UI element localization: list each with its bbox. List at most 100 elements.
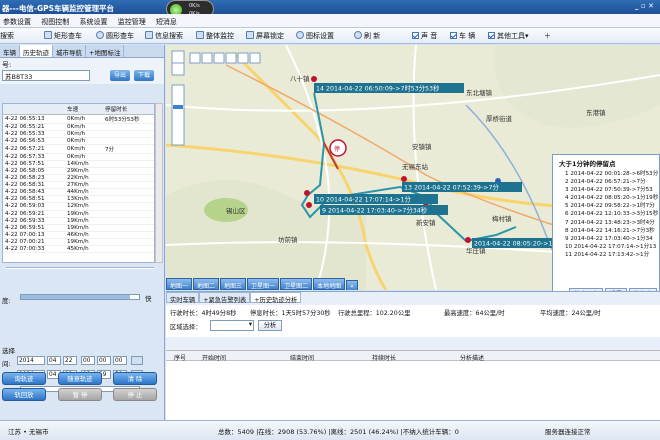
tab-history-analysis[interactable]: +历史轨迹分析: [250, 292, 302, 304]
col-speed[interactable]: 车速: [65, 104, 103, 115]
table-row[interactable]: 4-22 06:55:13 0Km/h 6时53分53秒: [3, 114, 154, 124]
cell-t: 4-22 06:57:51: [3, 160, 65, 168]
info-search-button[interactable]: 信息搜索: [145, 31, 183, 41]
table-row[interactable]: 4-22 06:58:05 29Km/h: [3, 167, 154, 176]
menu-monitor[interactable]: 监控管理: [115, 14, 151, 27]
cell-d: 7分: [103, 144, 154, 154]
tab-local-map[interactable]: 本地地图: [313, 278, 346, 290]
table-row[interactable]: 4-22 06:58:51 13Km/h: [3, 195, 154, 204]
cell-s: 19Km/h: [65, 224, 103, 232]
tab-map-1[interactable]: 地图一: [166, 278, 193, 290]
menu-params[interactable]: 参数设置: [0, 14, 36, 27]
menu-view[interactable]: 视图控制: [38, 14, 74, 27]
table-scrollbar[interactable]: [155, 103, 163, 263]
refresh-button[interactable]: 刷 新: [354, 31, 380, 41]
cell-d: [103, 202, 154, 211]
start-year[interactable]: 2014: [17, 356, 45, 365]
stop-button[interactable]: 停 止: [113, 388, 157, 401]
table-row[interactable]: 4-22 06:59:33 19Km/h: [3, 217, 154, 225]
stop-point-item[interactable]: 6 2014-04-22 12:10:33->3分15秒: [553, 209, 659, 217]
col-start[interactable]: 开始时间: [202, 353, 226, 362]
lock-screen-button[interactable]: 屏幕锁定: [246, 31, 284, 41]
start-month[interactable]: 04: [47, 356, 61, 365]
playback-speed-slider[interactable]: [20, 294, 140, 300]
tab-satellite-2[interactable]: 卫星图二: [280, 278, 313, 290]
table-row[interactable]: 4-22 07:00:33 45Km/h: [3, 245, 154, 254]
col-end[interactable]: 结束时间: [290, 353, 314, 362]
stop-point-item[interactable]: 3 2014-04-22 07:50:39->7分53: [553, 185, 659, 193]
tab-city-nav[interactable]: 城市导航: [53, 45, 86, 57]
table-row[interactable]: 4-22 06:57:51 14Km/h: [3, 160, 154, 168]
table-row[interactable]: 4-22 06:59:21 19Km/h: [3, 210, 154, 218]
start-minute[interactable]: 00: [97, 356, 111, 365]
vehicle-toggle[interactable]: 车 辆: [450, 31, 475, 41]
tab-vehicles[interactable]: 车辆: [0, 45, 20, 57]
table-row[interactable]: 4-22 06:55:21 0Km/h: [3, 123, 154, 131]
stop-point-item[interactable]: 1 2014-04-22 00:01:28->6时53分: [553, 169, 659, 177]
cell-s: 45Km/h: [65, 245, 103, 254]
stop-point-item[interactable]: 10 2014-04-22 17:07:14->1分13: [553, 242, 659, 250]
plate-label: 号:: [2, 61, 12, 69]
export-button[interactable]: 导出: [110, 70, 130, 81]
col-seq[interactable]: 序号: [174, 353, 186, 362]
table-row[interactable]: 4-22 06:59:51 19Km/h: [3, 224, 154, 232]
table-row[interactable]: 4-22 06:58:31 27Km/h: [3, 181, 154, 190]
table-row[interactable]: 4-22 06:57:21 0Km/h 7分: [3, 144, 154, 154]
map-nav-control[interactable]: [171, 50, 185, 146]
sound-toggle[interactable]: 声 音: [412, 31, 437, 41]
start-day[interactable]: 22: [63, 356, 77, 365]
tab-map-3[interactable]: 地图三: [220, 278, 247, 290]
tab-satellite-1[interactable]: 卫星图一: [247, 278, 280, 290]
col-duration[interactable]: 持续时长: [372, 353, 396, 362]
table-row[interactable]: 4-22 06:56:53 0Km/h: [3, 137, 154, 145]
search-button[interactable]: 搜索: [0, 31, 14, 41]
cell-s: 0Km/h: [65, 130, 103, 138]
calendar-icon[interactable]: [131, 356, 143, 365]
stop-point-item[interactable]: 2 2014-04-22 06:57:21->7分: [553, 177, 659, 185]
rect-search-button[interactable]: 矩形查车: [44, 31, 82, 41]
tab-map-marker[interactable]: +地图标注: [86, 45, 125, 57]
analyze-button[interactable]: 分析: [258, 320, 282, 331]
area-select[interactable]: ▾: [210, 320, 254, 331]
stop-point-item[interactable]: 5 2014-04-22 09:58:22->1时7分: [553, 201, 659, 209]
tab-history-track[interactable]: 历史轨迹: [20, 45, 53, 57]
stop-point-item[interactable]: 11 2014-04-22 17:13:42->1分: [553, 250, 659, 258]
overall-monitor-button[interactable]: 整体监控: [196, 31, 234, 41]
start-second[interactable]: 00: [113, 356, 127, 365]
stop-point-item[interactable]: 9 2014-04-22 17:03:40->1分34: [553, 234, 659, 242]
table-row[interactable]: 4-22 06:58:23 22Km/h: [3, 174, 154, 183]
clear-button[interactable]: 清 除: [113, 372, 157, 385]
col-time[interactable]: [3, 104, 65, 115]
col-description[interactable]: 分析描述: [460, 353, 484, 362]
window-controls[interactable]: _ ▫ ✕: [635, 2, 654, 10]
query-track-button[interactable]: 询轨迹: [2, 372, 46, 385]
stop-point-item[interactable]: 8 2014-04-22 14:16:21->7分3秒: [553, 226, 659, 234]
tab-map-2[interactable]: 地图二: [193, 278, 220, 290]
download-button[interactable]: 下载: [134, 70, 154, 81]
stop-point-item[interactable]: 7 2014-04-22 13:48:23->3时4分: [553, 218, 659, 226]
table-row[interactable]: 4-22 06:58:43 44Km/h: [3, 188, 154, 197]
callout: 2014-04-22 08:05:20->1分: [474, 239, 559, 248]
circle-search-button[interactable]: 圆形查车: [96, 31, 134, 41]
table-row[interactable]: 4-22 06:57:33 0Km/h: [3, 153, 154, 161]
menu-sms[interactable]: 短消息: [153, 14, 182, 27]
playback-button[interactable]: 轨回放: [2, 388, 46, 401]
plate-input[interactable]: 苏B8T33: [2, 70, 90, 81]
other-tools-menu[interactable]: 其他工具▾: [488, 31, 529, 41]
table-row[interactable]: 4-22 06:55:33 0Km/h: [3, 130, 154, 138]
col-stay[interactable]: 停留时长: [103, 104, 154, 115]
table-row[interactable]: 4-22 07:00:21 19Km/h: [3, 238, 154, 247]
add-icon[interactable]: ＋: [544, 31, 551, 41]
tab-realtime-vehicles[interactable]: 实时车辆: [166, 292, 200, 304]
analysis-table: 序号 开始时间 结束时间 持续时长 分析描述: [166, 350, 660, 420]
table-row[interactable]: 4-22 07:00:13 46Km/h: [3, 231, 154, 239]
table-row[interactable]: 4-22 06:59:03 12Km/h: [3, 202, 154, 211]
pause-button[interactable]: 暂 停: [58, 388, 102, 401]
start-hour[interactable]: 00: [81, 356, 95, 365]
stop-point-item[interactable]: 4 2014-04-22 08:05:20->1分19秒: [553, 193, 659, 201]
icon-settings-button[interactable]: 图标设置: [296, 31, 334, 41]
follow-track-button[interactable]: 随意轨迹: [58, 372, 102, 385]
tab-alarm-list[interactable]: +紧急告警列表: [199, 292, 251, 304]
collapse-icon[interactable]: «: [346, 280, 358, 290]
menu-system[interactable]: 系统设置: [76, 14, 112, 27]
